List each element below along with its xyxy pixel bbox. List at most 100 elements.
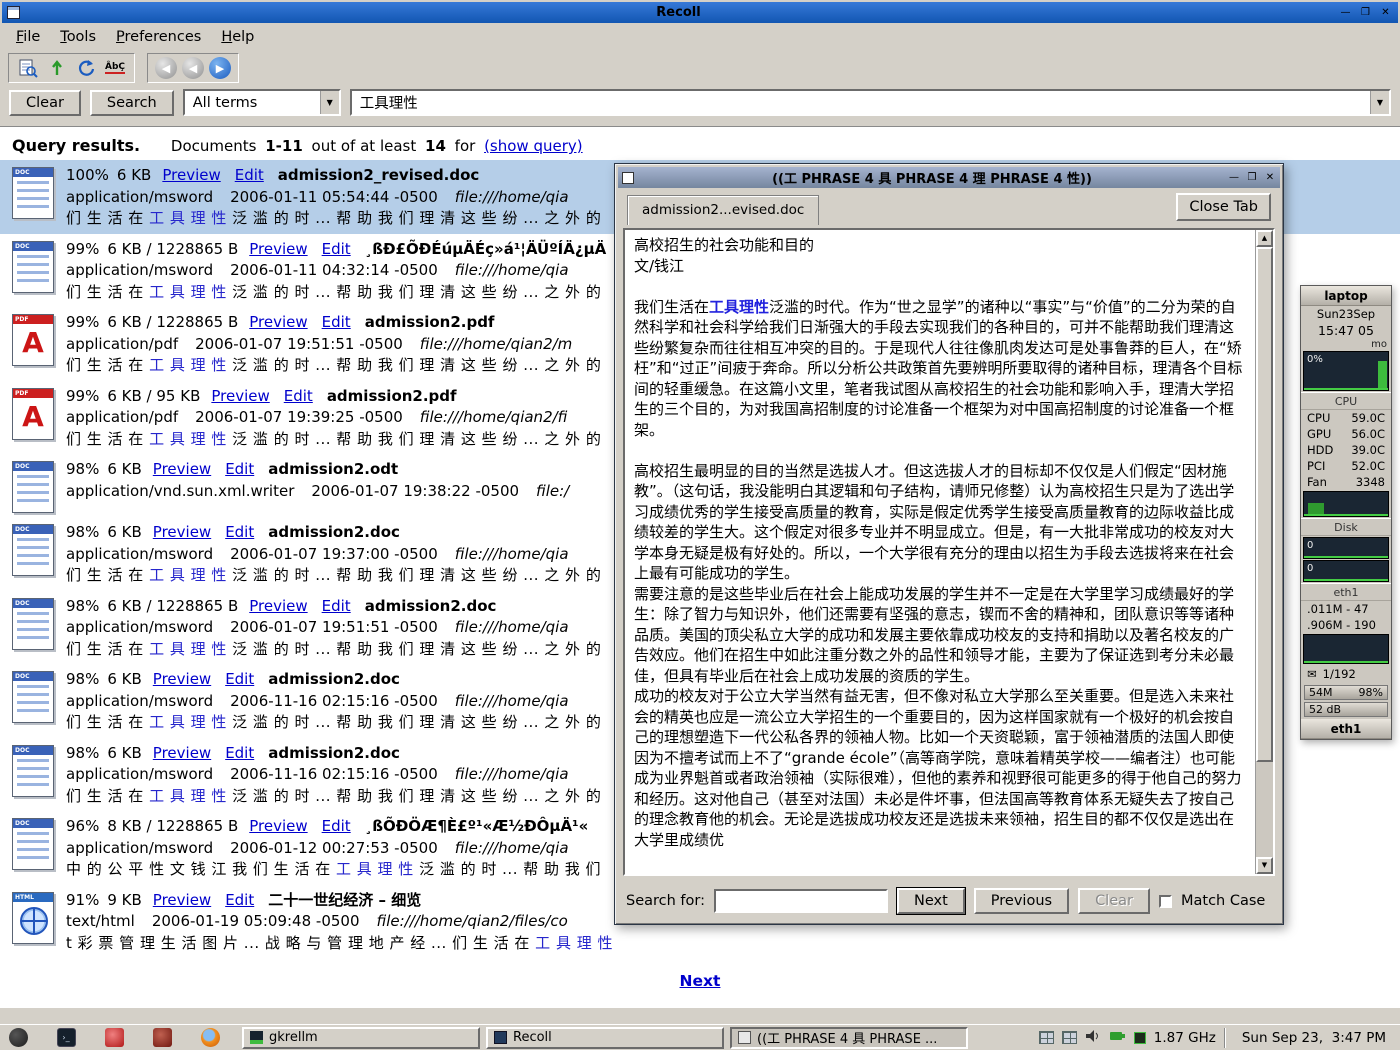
preview-close-icon[interactable]: ✕ bbox=[1262, 170, 1278, 185]
close-icon[interactable]: ✕ bbox=[1377, 5, 1394, 20]
memory-bar[interactable]: 54M 98% bbox=[1304, 685, 1388, 700]
menu-item-help[interactable]: Help bbox=[211, 27, 264, 47]
minimize-icon[interactable]: — bbox=[1337, 5, 1354, 20]
spellcheck-icon[interactable]: ÂbÇ bbox=[103, 56, 127, 80]
preview-link[interactable]: Preview bbox=[153, 744, 211, 762]
terminal-glyph: ›_ bbox=[57, 1028, 76, 1047]
find-input[interactable] bbox=[714, 889, 888, 913]
edit-link[interactable]: Edit bbox=[235, 166, 264, 184]
doc-file-icon[interactable]: DOC bbox=[12, 745, 54, 797]
search-button[interactable]: Search bbox=[90, 90, 174, 116]
doc-file-icon[interactable]: DOC bbox=[12, 524, 54, 576]
clear-button[interactable]: Clear bbox=[9, 90, 81, 116]
gkrellm-hostname[interactable]: laptop bbox=[1301, 286, 1391, 306]
claw-app-icon[interactable] bbox=[6, 1027, 30, 1049]
doc-lines bbox=[17, 832, 49, 864]
doc-file-icon[interactable]: DOC bbox=[12, 241, 54, 293]
chevron-down-icon[interactable]: ▼ bbox=[320, 91, 339, 114]
scrollbar-thumb[interactable] bbox=[1256, 247, 1273, 762]
preview-link[interactable]: Preview bbox=[249, 313, 307, 331]
maroon-app-icon[interactable] bbox=[150, 1027, 174, 1049]
speaker-icon[interactable] bbox=[1085, 1029, 1101, 1047]
result-mimetype: text/html bbox=[66, 912, 135, 930]
query-input-value[interactable]: 工具理性 bbox=[352, 92, 1370, 113]
preview-minimize-icon[interactable]: — bbox=[1226, 170, 1242, 185]
maximize-icon[interactable]: ❒ bbox=[1357, 5, 1374, 20]
preview-link[interactable]: Preview bbox=[249, 240, 307, 258]
preview-link[interactable]: Preview bbox=[153, 523, 211, 541]
terminal-icon[interactable]: ›_ bbox=[54, 1027, 78, 1049]
document-search-icon[interactable] bbox=[16, 56, 40, 80]
scroll-down-icon[interactable]: ▼ bbox=[1256, 857, 1273, 874]
preview-link[interactable]: Preview bbox=[153, 460, 211, 478]
query-dropdown-icon[interactable]: ▼ bbox=[1370, 91, 1389, 114]
edit-link[interactable]: Edit bbox=[322, 313, 351, 331]
doc-file-icon[interactable]: DOC bbox=[12, 598, 54, 650]
edit-link[interactable]: Edit bbox=[322, 597, 351, 615]
find-clear-button[interactable]: Clear bbox=[1078, 888, 1150, 914]
taskbar-task[interactable]: ((工 PHRASE 4 具 PHRASE ... bbox=[730, 1027, 968, 1049]
menu-item-file[interactable]: File bbox=[6, 27, 50, 47]
close-tab-button[interactable]: Close Tab bbox=[1176, 193, 1271, 221]
preview-tab[interactable]: admission2...evised.doc bbox=[627, 195, 819, 225]
nav-forward-icon[interactable]: ▶ bbox=[209, 57, 231, 79]
pdf-file-icon[interactable]: PDFA bbox=[12, 314, 54, 366]
result-score: 98% bbox=[66, 597, 99, 615]
html-file-icon[interactable]: HTML bbox=[12, 892, 54, 944]
edit-link[interactable]: Edit bbox=[225, 460, 254, 478]
preview-titlebar[interactable]: ((工 PHRASE 4 具 PHRASE 4 理 PHRASE 4 性)) —… bbox=[618, 167, 1280, 188]
show-query-link[interactable]: (show query) bbox=[484, 137, 583, 155]
sensor-name: CPU bbox=[1307, 411, 1330, 425]
doc-file-icon[interactable]: DOC bbox=[12, 818, 54, 870]
edit-link[interactable]: Edit bbox=[225, 744, 254, 762]
sensor-row: GPU56.0C bbox=[1301, 426, 1391, 442]
taskbar-task[interactable]: gkrellm bbox=[242, 1027, 480, 1049]
query-input-combo[interactable]: 工具理性 ▼ bbox=[350, 89, 1391, 116]
edit-link[interactable]: Edit bbox=[225, 670, 254, 688]
next-page-link[interactable]: Next bbox=[680, 972, 721, 990]
window-titlebar[interactable]: Recoll — ❒ ✕ bbox=[2, 2, 1398, 23]
battery-icon[interactable] bbox=[1109, 1030, 1126, 1046]
edit-link[interactable]: Edit bbox=[284, 387, 313, 405]
pager-icon[interactable] bbox=[1039, 1031, 1054, 1044]
red-app-icon[interactable] bbox=[102, 1027, 126, 1049]
find-next-button[interactable]: Next bbox=[897, 888, 965, 914]
pager-icon-2[interactable] bbox=[1062, 1031, 1077, 1044]
result-size: 6 KB bbox=[107, 460, 141, 478]
match-case-checkbox[interactable] bbox=[1159, 895, 1172, 908]
preview-link[interactable]: Preview bbox=[211, 387, 269, 405]
preview-scrollbar[interactable]: ▲ ▼ bbox=[1255, 230, 1273, 874]
preview-link[interactable]: Preview bbox=[162, 166, 220, 184]
edit-link[interactable]: Edit bbox=[225, 891, 254, 909]
preview-paragraph: 高校招生最明显的目的当然是选拔人才。但这选拔人才的目标却不仅仅是人们假定“因材施… bbox=[634, 461, 1247, 584]
edit-link[interactable]: Edit bbox=[322, 240, 351, 258]
doc-file-icon[interactable]: DOC bbox=[12, 671, 54, 723]
disk-read-chart: 0 bbox=[1303, 537, 1389, 559]
preview-link[interactable]: Preview bbox=[249, 817, 307, 835]
sort-arrow-icon[interactable] bbox=[45, 56, 69, 80]
blue-circular-arrow-glyph bbox=[76, 58, 96, 78]
result-score: 98% bbox=[66, 523, 99, 541]
preview-link[interactable]: Preview bbox=[153, 670, 211, 688]
taskbar-task[interactable]: Recoll bbox=[486, 1027, 724, 1049]
pdf-file-icon[interactable]: PDFA bbox=[12, 388, 54, 440]
volume-bar[interactable]: 52 dB bbox=[1304, 702, 1388, 717]
nav-back-icon[interactable]: ◀ bbox=[155, 57, 177, 79]
menu-item-preferences[interactable]: Preferences bbox=[106, 27, 211, 47]
menu-item-tools[interactable]: Tools bbox=[50, 27, 106, 47]
preview-maximize-icon[interactable]: ❒ bbox=[1244, 170, 1260, 185]
nav-back2-icon[interactable]: ◀ bbox=[182, 57, 204, 79]
search-mode-select[interactable]: All terms ▼ bbox=[183, 89, 341, 116]
firefox-icon[interactable] bbox=[198, 1027, 222, 1049]
preview-link[interactable]: Preview bbox=[153, 891, 211, 909]
edit-link[interactable]: Edit bbox=[322, 817, 351, 835]
preview-link[interactable]: Preview bbox=[249, 597, 307, 615]
doc-file-icon[interactable]: DOC bbox=[12, 461, 54, 513]
edit-link[interactable]: Edit bbox=[225, 523, 254, 541]
scroll-up-icon[interactable]: ▲ bbox=[1256, 230, 1273, 247]
result-date: 2006-01-07 19:39:25 -0500 bbox=[195, 408, 403, 426]
find-previous-button[interactable]: Previous bbox=[974, 888, 1069, 914]
disk-write-chart: 0 bbox=[1303, 560, 1389, 582]
doc-file-icon[interactable]: DOC bbox=[12, 167, 54, 219]
history-refresh-icon[interactable] bbox=[74, 56, 98, 80]
